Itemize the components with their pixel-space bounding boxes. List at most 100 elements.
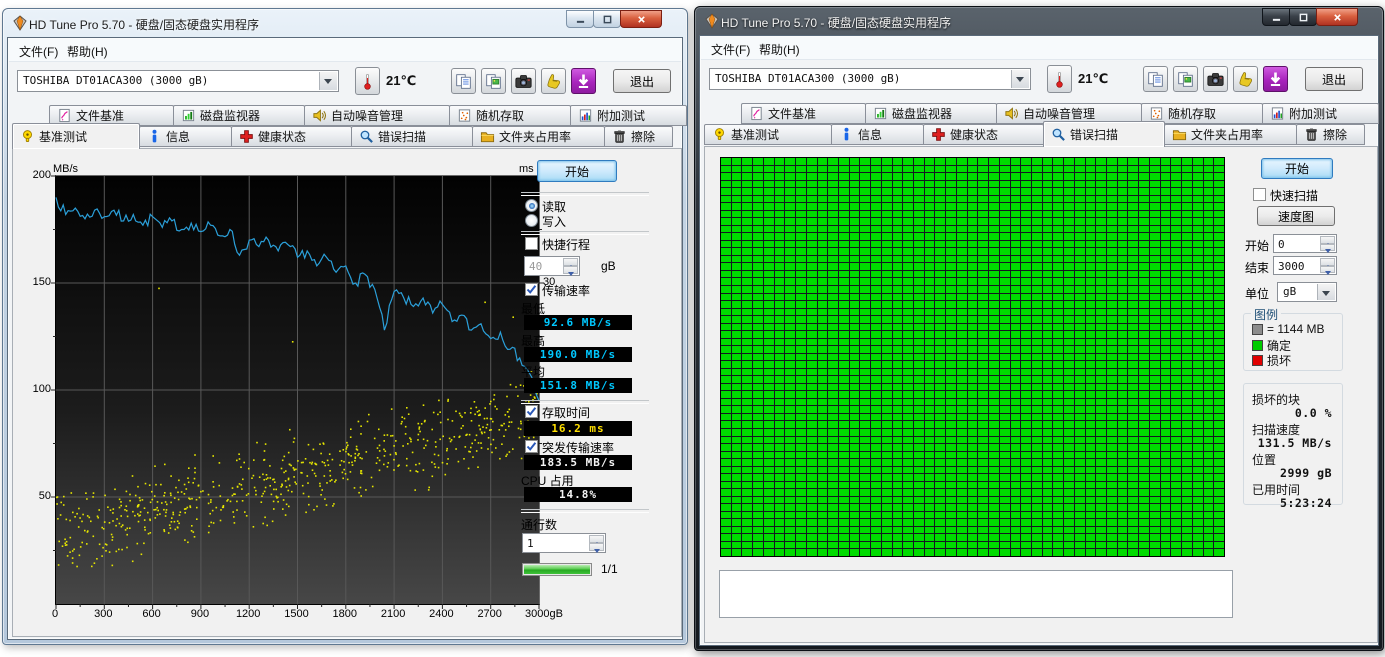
short-stroke-spinner[interactable]: 40 [524,256,580,276]
spin-up-icon[interactable] [1320,236,1335,244]
burst-rate-checkbox[interactable] [525,440,538,453]
scan-block [828,527,838,534]
tab-disk-monitor[interactable]: 磁盘监视器 [865,103,997,124]
pass-count-spinner[interactable]: 1 [522,533,606,553]
scan-block [1204,452,1214,459]
scan-block [721,173,731,180]
scan-start-spinner[interactable]: 0 [1273,234,1337,253]
tab-speaker[interactable]: 自动噪音管理 [304,105,450,126]
menu-file[interactable]: 文件(F) [707,41,754,58]
scan-block [1161,226,1171,233]
maximize-button[interactable] [593,10,621,28]
screenshot-button[interactable] [1203,66,1228,92]
scan-block [807,482,817,489]
tab-erase[interactable]: 擦除 [1296,124,1365,145]
transfer-rate-checkbox[interactable] [525,283,538,296]
temperature-button[interactable] [355,67,380,95]
scan-block [1064,301,1074,308]
scan-block [1150,271,1160,278]
tab-error-scan[interactable]: 错误扫描 [351,126,473,147]
speed-map-button[interactable]: 速度图 [1257,206,1335,226]
drive-select[interactable]: TOSHIBA DT01ACA300 (3000 gB) [709,68,1031,90]
spin-down-icon[interactable] [1320,244,1335,252]
scan-block [978,429,988,436]
scan-block [1204,512,1214,519]
scan-block [764,444,774,451]
copy-text-button[interactable] [451,68,476,94]
temperature-button[interactable] [1047,65,1072,93]
access-time-label[interactable]: 存取时间 [542,404,590,421]
menu-file[interactable]: 文件(F) [15,43,62,60]
unit-select[interactable]: gB [1277,282,1337,302]
scan-block [1118,301,1128,308]
tab-disk-monitor[interactable]: 磁盘监视器 [173,105,305,126]
scan-block [978,421,988,428]
copy-image-button[interactable] [1173,66,1198,92]
spin-up-icon[interactable] [563,258,578,266]
spin-down-icon[interactable] [1320,266,1335,274]
scan-block [968,226,978,233]
tab-folder-usage[interactable]: 文件夹占用率 [472,126,605,147]
write-radio[interactable] [525,214,538,227]
maximize-button[interactable] [1289,8,1317,26]
tab-info[interactable]: 信息 [831,124,924,145]
spin-down-icon[interactable] [589,543,604,551]
scan-block [1096,512,1106,519]
titlebar[interactable]: HD Tune Pro 5.70 - 硬盘/固态硬盘实用程序 [695,7,1383,35]
scan-end-spinner[interactable]: 3000 [1273,256,1337,275]
scan-block [753,459,763,466]
quick-scan-label[interactable]: 快速扫描 [1270,187,1318,204]
screenshot-button[interactable] [511,68,536,94]
exit-button[interactable]: 退出 [613,69,671,93]
start-scan-button[interactable]: 开始 [1261,158,1333,179]
spin-down-icon[interactable] [563,266,578,274]
scan-block [893,354,903,361]
menu-help[interactable]: 帮助(H) [755,41,804,58]
tab-error-scan[interactable]: 错误扫描 [1043,121,1165,147]
tab-file-benchmark[interactable]: 文件基准 [741,103,866,124]
minimize-button[interactable] [566,10,594,28]
copy-image-button[interactable] [481,68,506,94]
scan-block [807,361,817,368]
tab-benchmark[interactable]: 基准测试 [12,123,140,149]
scan-block [946,534,956,541]
tab-extra-test[interactable]: 附加测试 [1262,103,1379,124]
tab-random-access[interactable]: 随机存取 [449,105,571,126]
update-download-button[interactable] [1263,66,1288,92]
scan-block [775,286,785,293]
read-radio[interactable] [525,199,538,212]
spin-up-icon[interactable] [589,535,604,543]
short-stroke-label[interactable]: 快捷行程 [542,236,590,253]
options-button[interactable] [1233,66,1258,92]
error-log-listbox[interactable] [719,570,1233,618]
scan-block [1182,429,1192,436]
exit-button[interactable]: 退出 [1305,67,1363,91]
access-time-checkbox[interactable] [525,405,538,418]
quick-scan-checkbox[interactable] [1253,188,1266,201]
tab-folder-usage[interactable]: 文件夹占用率 [1164,124,1297,145]
tab-health[interactable]: 健康状态 [923,124,1044,145]
tab-info[interactable]: 信息 [139,126,232,147]
transfer-rate-label[interactable]: 传输速率 [542,282,590,299]
update-download-button[interactable] [571,68,596,94]
spin-up-icon[interactable] [1320,258,1335,266]
write-radio-label[interactable]: 写入 [542,213,566,230]
tab-health[interactable]: 健康状态 [231,126,352,147]
scan-block [796,474,806,481]
menu-help[interactable]: 帮助(H) [63,43,112,60]
burst-rate-label[interactable]: 突发传输速率 [542,439,614,456]
tab-erase[interactable]: 擦除 [604,126,673,147]
scan-block [721,376,731,383]
close-button[interactable] [1316,8,1358,26]
options-button[interactable] [541,68,566,94]
minimize-button[interactable] [1262,8,1290,26]
close-button[interactable] [620,10,662,28]
titlebar[interactable]: HD Tune Pro 5.70 - 硬盘/固态硬盘实用程序 [3,9,687,37]
short-stroke-checkbox[interactable] [525,237,538,250]
tab-extra-test[interactable]: 附加测试 [570,105,687,126]
tab-benchmark[interactable]: 基准测试 [704,124,832,145]
scan-block [860,256,870,263]
start-benchmark-button[interactable]: 开始 [537,160,617,182]
drive-select[interactable]: TOSHIBA DT01ACA300 (3000 gB) [17,70,339,92]
copy-text-button[interactable] [1143,66,1168,92]
